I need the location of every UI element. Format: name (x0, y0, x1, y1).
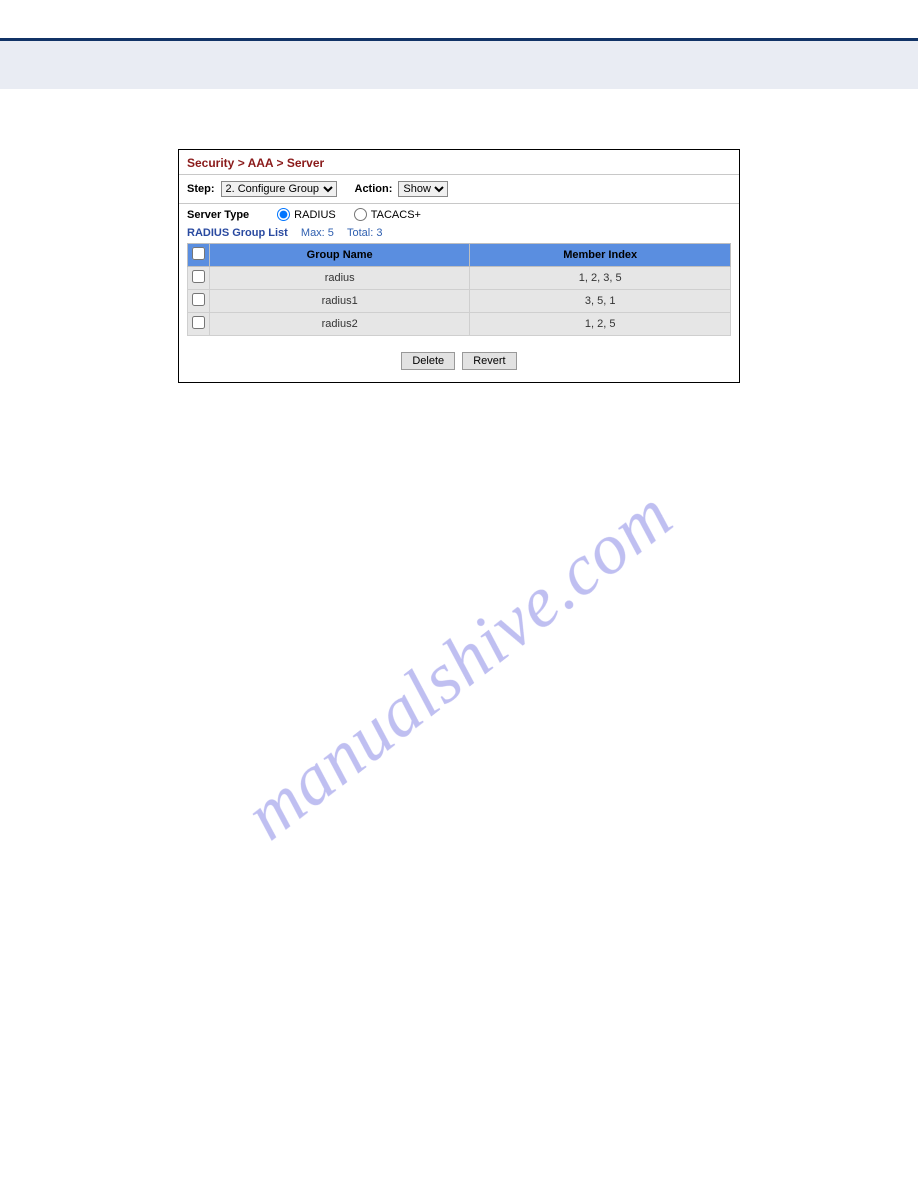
row-checkbox[interactable] (192, 293, 205, 306)
action-label: Action: (355, 183, 393, 195)
watermark-text: manualshive.com (230, 473, 688, 857)
list-max: Max: 5 (291, 227, 334, 239)
radio-tacacs-input[interactable] (354, 208, 367, 221)
page-sub-band (0, 41, 918, 89)
table-header-row: Group Name Member Index (188, 244, 731, 267)
list-total: Total: 3 (337, 227, 382, 239)
cell-group-name: radius1 (210, 290, 470, 313)
cell-member-index: 1, 2, 5 (470, 313, 731, 336)
table-row: radius2 1, 2, 5 (188, 313, 731, 336)
radio-tacacs[interactable]: TACACS+ (354, 208, 421, 221)
action-select[interactable]: Show (398, 181, 448, 197)
cell-group-name: radius2 (210, 313, 470, 336)
table-row: radius 1, 2, 3, 5 (188, 267, 731, 290)
config-panel: Security > AAA > Server Step: 2. Configu… (178, 149, 740, 383)
radio-radius-text: RADIUS (294, 209, 336, 221)
step-select[interactable]: 2. Configure Group (221, 181, 337, 197)
radio-radius-input[interactable] (277, 208, 290, 221)
select-all-cell (188, 244, 210, 267)
revert-button[interactable]: Revert (462, 352, 516, 370)
list-header: RADIUS Group List Max: 5 Total: 3 (179, 227, 739, 243)
radio-radius[interactable]: RADIUS (277, 208, 336, 221)
row-checkbox[interactable] (192, 270, 205, 283)
step-action-row: Step: 2. Configure Group Action: Show (179, 175, 739, 203)
cell-member-index: 1, 2, 3, 5 (470, 267, 731, 290)
col-member-index: Member Index (470, 244, 731, 267)
server-type-label: Server Type (187, 209, 259, 221)
row-checkbox[interactable] (192, 316, 205, 329)
page-top-band (0, 0, 918, 41)
group-table: Group Name Member Index radius 1, 2, 3, … (187, 243, 731, 336)
col-group-name: Group Name (210, 244, 470, 267)
select-all-checkbox[interactable] (192, 247, 205, 260)
breadcrumb: Security > AAA > Server (179, 150, 739, 174)
cell-group-name: radius (210, 267, 470, 290)
list-name: RADIUS Group List (187, 227, 288, 239)
server-type-row: Server Type RADIUS TACACS+ (179, 204, 739, 227)
radio-tacacs-text: TACACS+ (371, 209, 421, 221)
cell-member-index: 3, 5, 1 (470, 290, 731, 313)
button-row: Delete Revert (179, 346, 739, 382)
table-row: radius1 3, 5, 1 (188, 290, 731, 313)
delete-button[interactable]: Delete (401, 352, 455, 370)
step-label: Step: (187, 183, 215, 195)
